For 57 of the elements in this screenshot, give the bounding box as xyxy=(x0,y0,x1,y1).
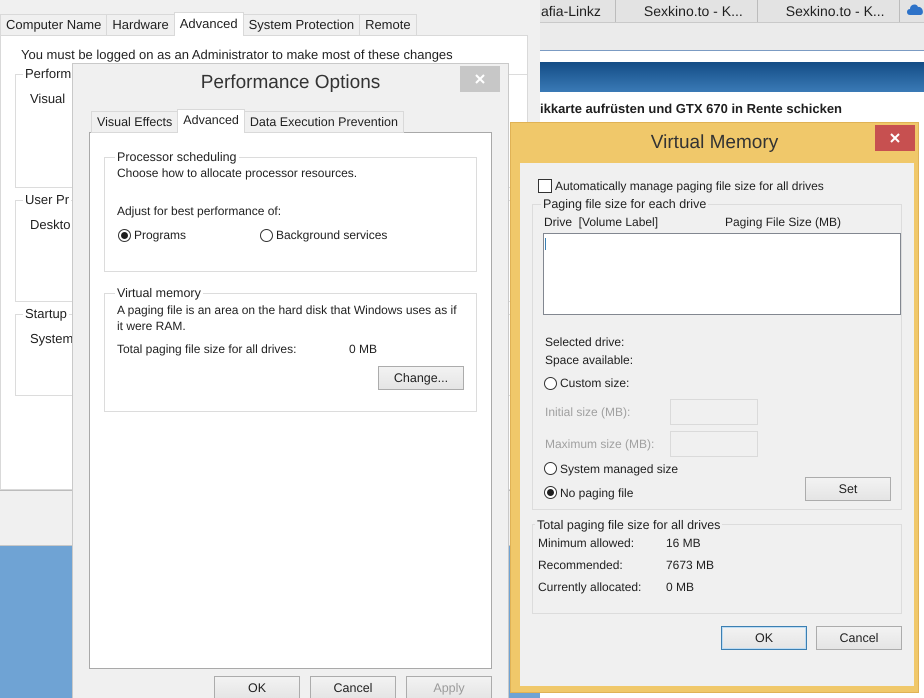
headline[interactable]: ikkarte aufrüsten und GTX 670 in Rente schicken xyxy=(540,92,924,116)
field-label: Space available: xyxy=(545,353,634,367)
group-text: Visual xyxy=(30,91,66,106)
radio-button[interactable]: Custom size: xyxy=(544,376,630,390)
radio-button[interactable]: System managed size xyxy=(544,462,678,476)
dialog-button[interactable]: Cancel xyxy=(816,626,902,650)
description-text: A paging file is an area on the hard disk that Windows uses as if it were RAM. xyxy=(117,302,458,334)
browser-tab[interactable]: afia-Linkz xyxy=(540,0,616,22)
prompt-text: Adjust for best performance of: xyxy=(117,204,282,218)
radio-button[interactable]: Programs xyxy=(118,228,260,242)
total-label: Total paging file size for all drives: xyxy=(117,342,298,356)
close-icon xyxy=(890,133,900,143)
window-title: Virtual Memory xyxy=(650,132,778,154)
field-label: Maximum size (MB): xyxy=(545,436,656,450)
drive-list[interactable] xyxy=(543,233,901,315)
field-label: Currently allocated: xyxy=(538,580,642,594)
tab[interactable]: Data Execution Prevention xyxy=(244,111,404,133)
cloud-icon[interactable] xyxy=(906,3,924,15)
notice-text: You must be logged on as an Administrator to make most of these changes xyxy=(21,47,453,62)
field-value: 7673 MB xyxy=(666,558,714,572)
dialog-button[interactable]: OK xyxy=(721,626,807,650)
tab[interactable]: Advanced xyxy=(177,109,245,133)
radio-button[interactable]: Background services xyxy=(260,228,388,242)
column-header: Drive [Volume Label] xyxy=(544,215,660,229)
group-title: Startup xyxy=(23,306,69,321)
field-value: 0 MB xyxy=(666,580,694,594)
field-label: Minimum allowed: xyxy=(538,536,636,550)
group-title: Processor scheduling xyxy=(116,150,238,164)
radio-button[interactable]: No paging file xyxy=(544,486,678,500)
window-title: Performance Options xyxy=(200,72,380,94)
group-title: Virtual memory xyxy=(116,286,202,300)
change-button[interactable]: Change... xyxy=(378,366,464,390)
description-text: Choose how to allocate processor resources. xyxy=(117,166,358,180)
browser-tab[interactable]: Sexkino.to - K... xyxy=(616,0,758,22)
group-title: User Pr xyxy=(23,192,72,207)
total-value: 0 MB xyxy=(349,342,378,356)
group-text: System xyxy=(30,331,74,346)
group-title: Paging file size for each drive xyxy=(542,197,708,211)
dialog-button[interactable]: OK xyxy=(214,676,300,698)
field-label: Initial size (MB): xyxy=(545,404,632,418)
dialog-button[interactable]: Cancel xyxy=(310,676,396,698)
checkbox[interactable]: Automatically manage paging file size for all drives xyxy=(538,179,902,193)
browser-tab[interactable]: Sexkino.to - K... xyxy=(758,0,900,22)
group-title: Total paging file size for all drives xyxy=(536,518,722,532)
group-text: Deskto xyxy=(30,217,70,232)
tab[interactable]: Computer Name xyxy=(0,14,108,36)
close-icon xyxy=(475,74,485,84)
tab[interactable]: Advanced xyxy=(174,12,244,36)
close-button[interactable] xyxy=(875,125,915,151)
tab[interactable]: Visual Effects xyxy=(91,111,178,133)
field-label: Selected drive: xyxy=(545,335,626,349)
field-value: 16 MB xyxy=(666,536,701,550)
group-title: Perform xyxy=(23,66,74,81)
field-label: Recommended: xyxy=(538,558,624,572)
tab[interactable]: Remote xyxy=(359,14,417,36)
set-button[interactable]: Set xyxy=(805,476,891,500)
column-header: Paging File Size (MB) xyxy=(725,215,842,229)
